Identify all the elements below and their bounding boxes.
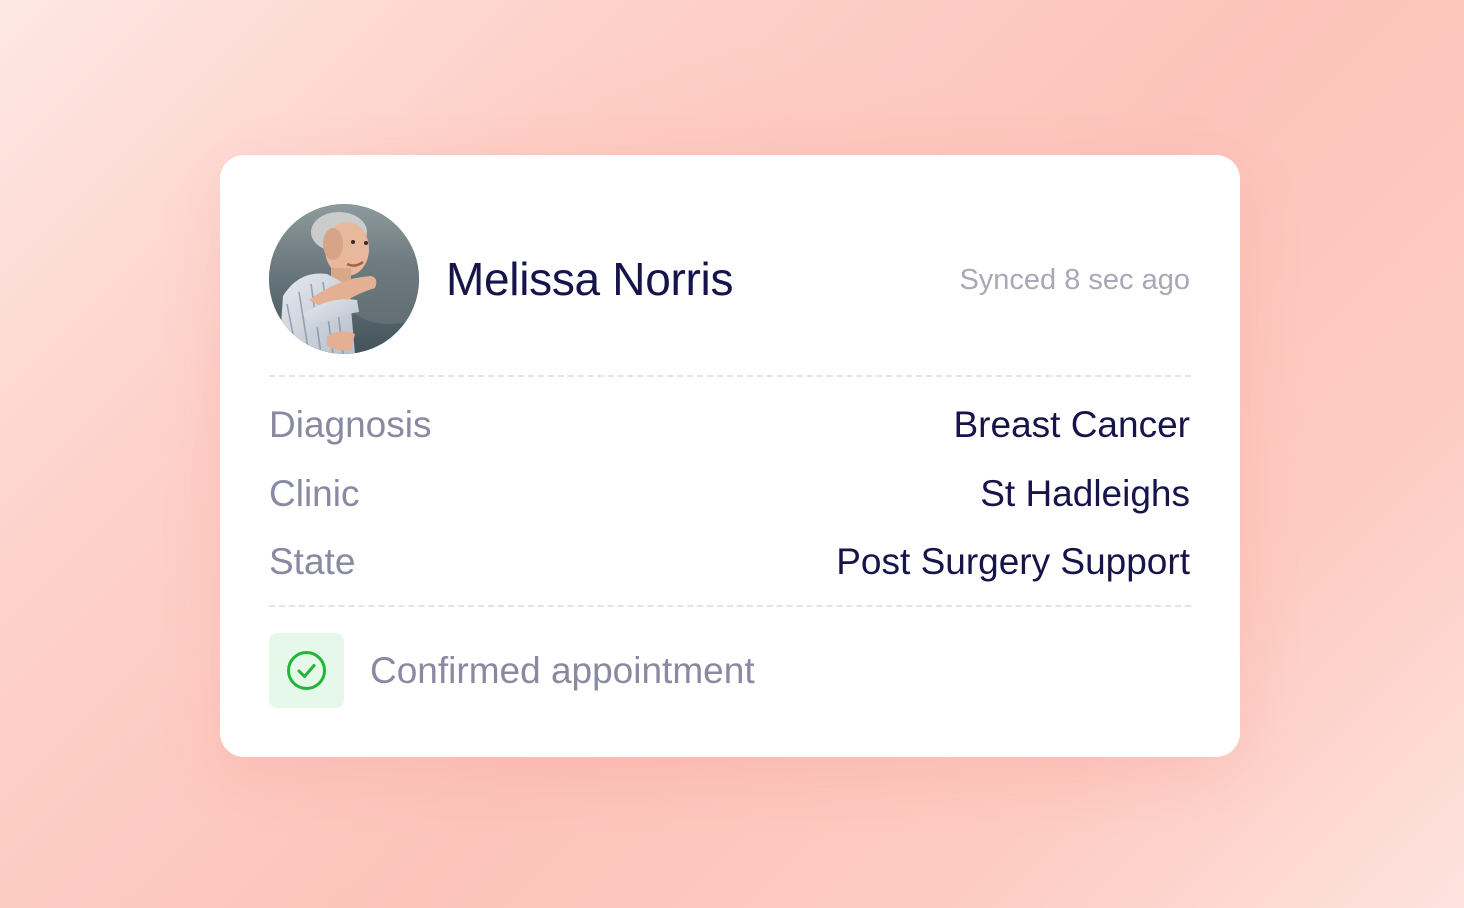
detail-row-state: State Post Surgery Support [269,538,1190,588]
avatar [269,204,419,354]
detail-row-diagnosis: Diagnosis Breast Cancer [269,401,1190,451]
patient-name: Melissa Norris [446,253,734,305]
sync-status: Synced 8 sec ago [959,264,1190,296]
appointment-status-text: Confirmed appointment [370,650,755,691]
check-circle-icon [287,651,326,690]
detail-value: Post Surgery Support [836,541,1190,582]
detail-label: State [269,541,356,582]
patient-photo [269,204,419,354]
detail-value: Breast Cancer [953,404,1191,445]
appointment-status: Confirmed appointment [269,633,869,709]
detail-label: Clinic [269,473,360,514]
patient-card: Melissa Norris Synced 8 sec ago Diagnosi… [220,155,1240,757]
patient-header: Melissa Norris Synced 8 sec ago [269,204,1190,354]
detail-value: St Hadleighs [980,473,1190,514]
divider [269,605,1191,607]
detail-row-clinic: Clinic St Hadleighs [269,470,1190,520]
divider [269,375,1191,377]
status-icon-badge [269,633,344,708]
detail-label: Diagnosis [269,404,432,445]
